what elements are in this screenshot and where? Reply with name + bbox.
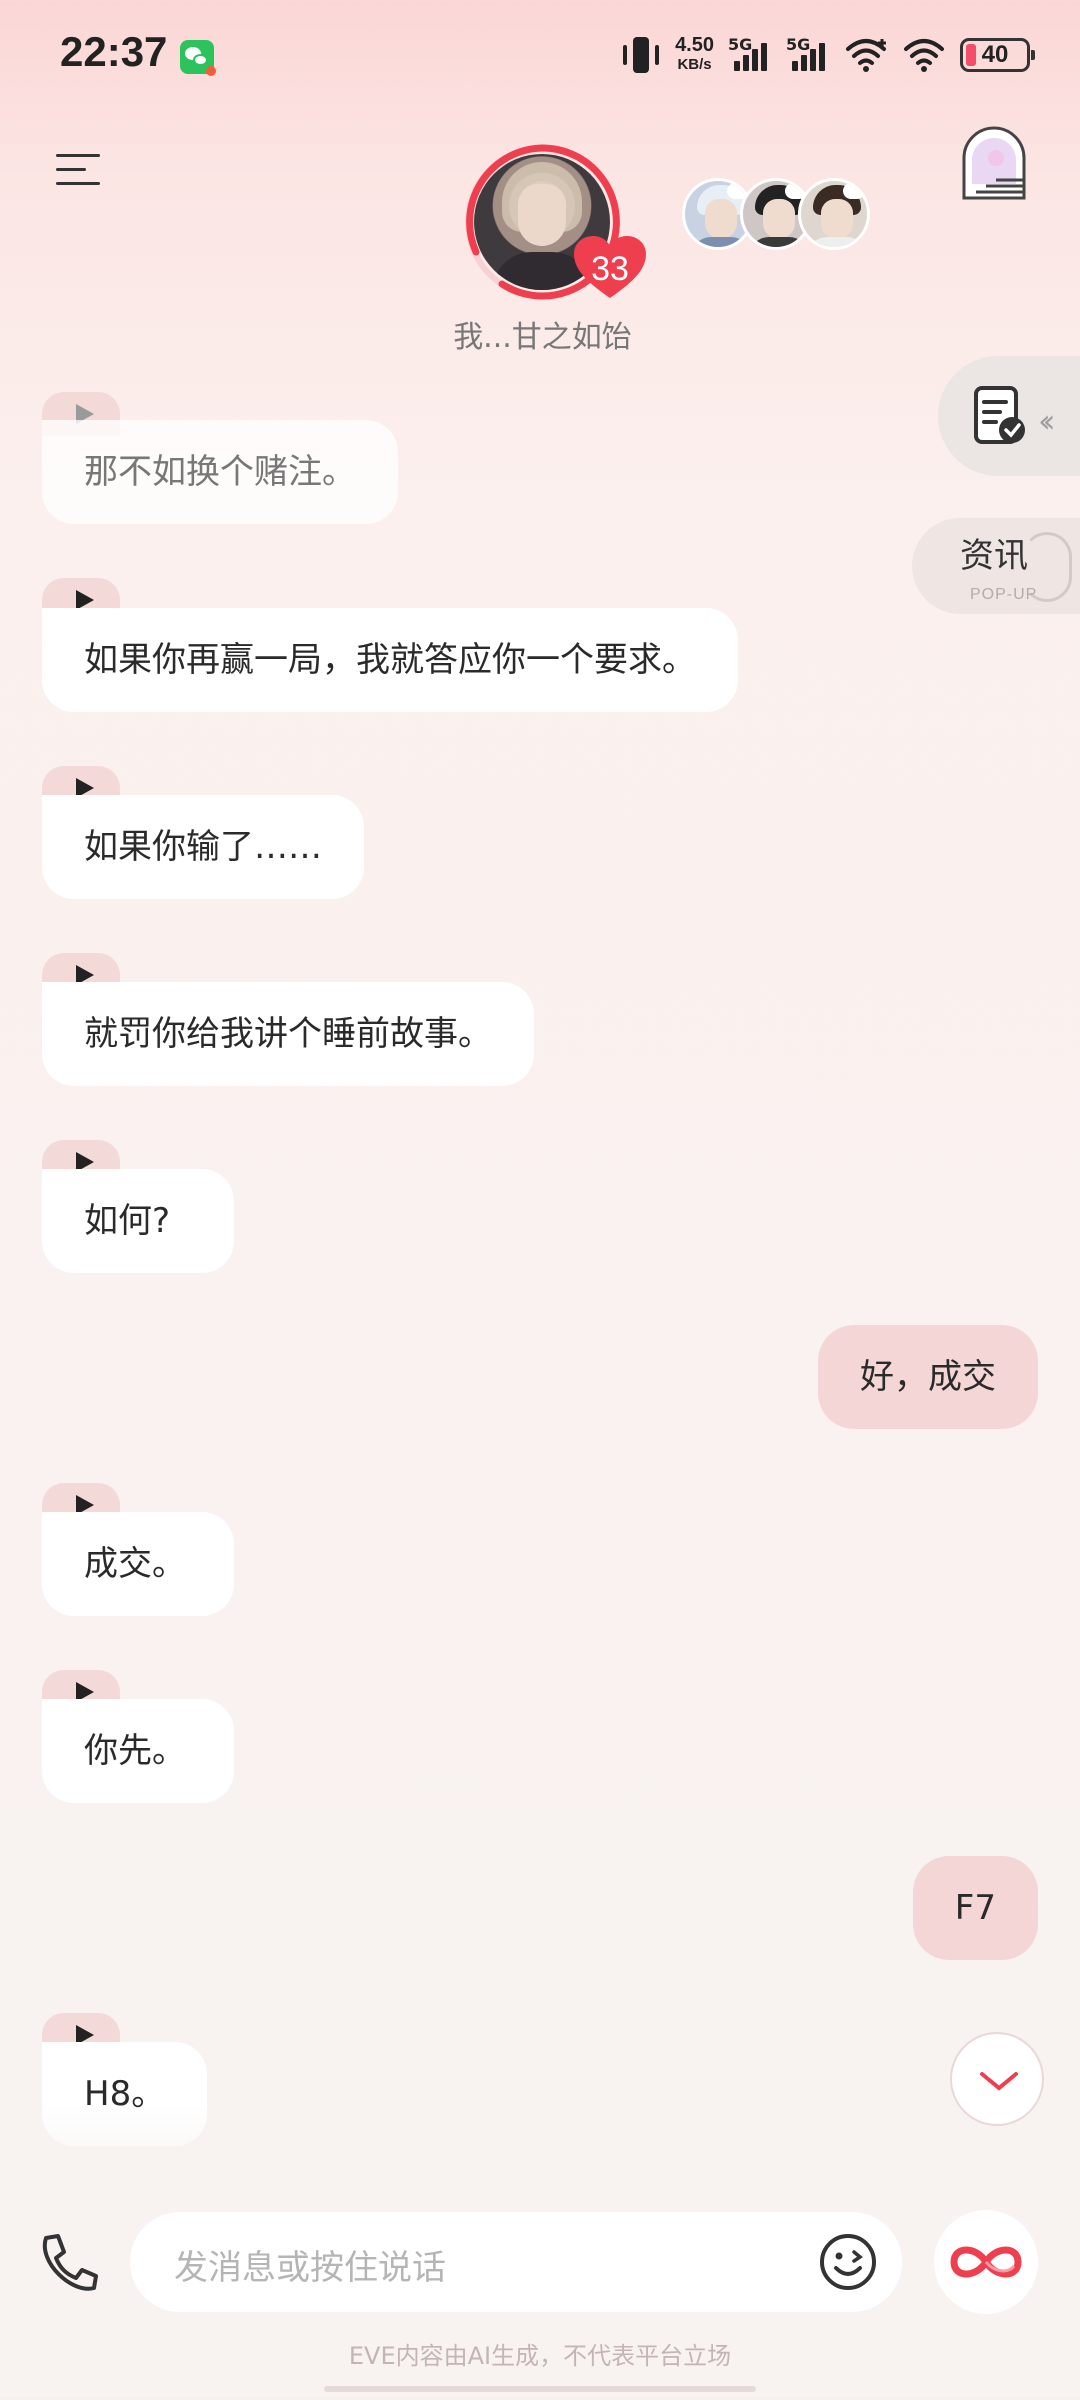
signal-icon-sim1: 5G (728, 35, 772, 75)
affection-level: 33 (591, 250, 629, 288)
news-popup-widget[interactable]: 资讯 POP-UP (912, 518, 1080, 614)
phone-call-icon[interactable] (32, 2230, 102, 2300)
vibrate-icon (621, 35, 661, 75)
character-switcher[interactable] (682, 178, 882, 254)
wifi-icon (846, 39, 886, 72)
sim2-network-label: 5G (786, 35, 811, 54)
ai-disclaimer: EVE内容由AI生成，不代表平台立场 (348, 2342, 732, 2370)
user-message-bubble: 好，成交 (818, 1325, 1038, 1429)
message-input-placeholder: 发消息或按住说话 (174, 2248, 446, 2288)
battery-level: 40 (981, 41, 1009, 68)
message-bubble: 你先。 (42, 1699, 234, 1803)
user-message-bubble: F7 (912, 1856, 1038, 1960)
status-time: 22:37 (60, 28, 168, 75)
infinity-icon (950, 2246, 1022, 2278)
wechat-notification-icon (180, 40, 216, 76)
collapse-chevron-icon: ‹‹ (1038, 402, 1055, 440)
message-bubble: 成交。 (42, 1512, 234, 1616)
message-bubble: 如果你再赢一局，我就答应你一个要求。 (42, 608, 738, 712)
message-bubble: 那不如换个赌注。 (42, 420, 398, 524)
network-speed: 4.50 KB/s (675, 35, 714, 75)
message-bubble: 如果你输了…… (42, 795, 364, 899)
castle-gate-icon[interactable] (956, 124, 1032, 204)
affection-heart-badge: 33 (574, 236, 646, 300)
task-widget[interactable]: ‹‹ (938, 356, 1080, 476)
signal-icon-sim2: 5G (786, 35, 830, 75)
sim1-network-label: 5G (728, 35, 753, 54)
battery-icon: 40 (960, 38, 1035, 72)
network-speed-unit: KB/s (677, 56, 712, 73)
scroll-to-bottom-button[interactable] (950, 2032, 1044, 2126)
news-label: 资讯 (960, 536, 1028, 576)
home-indicator[interactable] (324, 2386, 756, 2392)
message-bubble: 如何? (42, 1169, 234, 1273)
character-name: 我...甘之如饴 (453, 320, 632, 355)
news-swirl-icon (1022, 532, 1072, 602)
infinity-button[interactable] (934, 2210, 1038, 2314)
emoji-icon[interactable] (818, 2232, 878, 2292)
message-input[interactable]: 发消息或按住说话 (130, 2212, 902, 2312)
message-bubble: 就罚你给我讲个睡前故事。 (42, 982, 534, 1086)
mini-avatar-3[interactable] (798, 178, 870, 250)
menu-icon[interactable] (56, 150, 100, 190)
wifi-icon-2 (904, 39, 944, 72)
network-speed-value: 4.50 (675, 34, 714, 56)
document-check-icon (974, 386, 1025, 444)
status-bar: 22:37 4.50 KB/s 5G 5G 40 (0, 0, 1080, 110)
message-bubble: H8。 (42, 2042, 208, 2146)
chevron-down-icon (980, 2072, 1018, 2091)
